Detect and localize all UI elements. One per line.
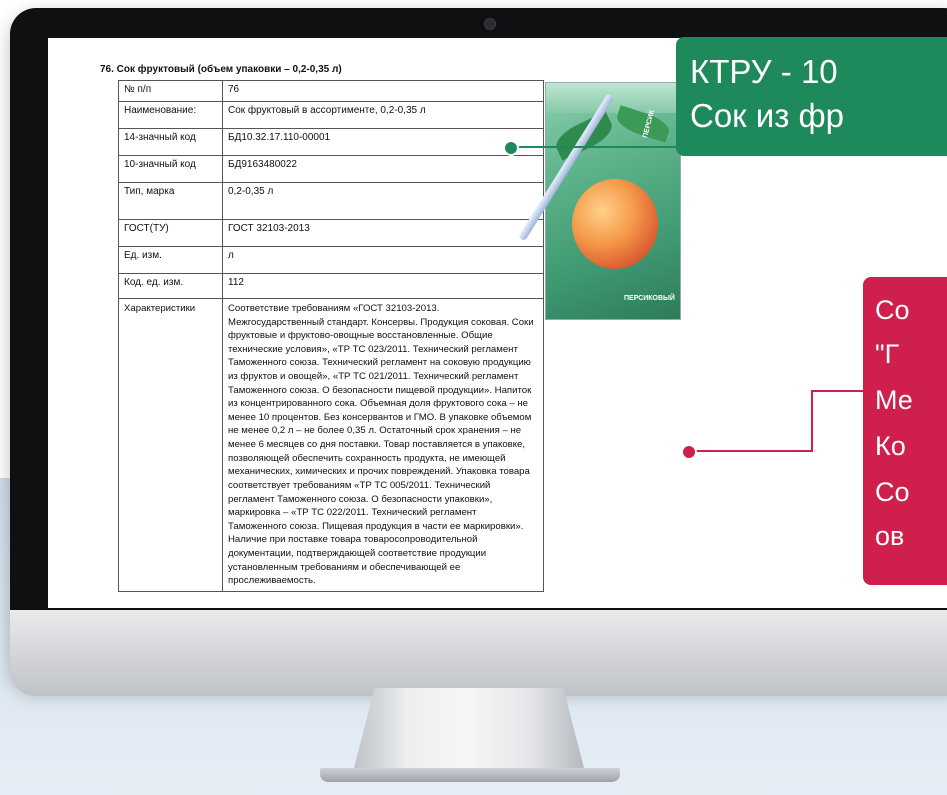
connector-line-red-vertical: [811, 390, 813, 452]
table-row: Код. ед. изм. 112: [118, 273, 544, 299]
camera-icon: [484, 18, 496, 30]
package-brand-label: ПЕРСИКОВЫЙ: [624, 295, 675, 302]
monitor-stand-base: [320, 768, 620, 782]
characteristics-callout: Со "Г Ме Ко Со ов: [863, 277, 947, 585]
table-row: Ед. изм. л: [118, 246, 544, 274]
callout-line: ов: [875, 521, 905, 551]
row-value: 76: [222, 80, 544, 102]
connector-line-green: [510, 146, 680, 148]
table-row: Характеристики Соответствие требованиям …: [118, 298, 544, 592]
callout-line: Ме: [875, 385, 913, 415]
row-value: 0,2-0,35 л: [222, 182, 544, 220]
table-row: 14-значный код БД10.32.17.110-00001: [118, 128, 544, 156]
row-key: Наименование:: [118, 101, 223, 129]
row-key: № п/п: [118, 80, 223, 102]
product-image: ПЕРСИК ПЕРСИКОВЫЙ: [517, 82, 681, 320]
callout-line: Ко: [875, 431, 906, 461]
row-key: Код. ед. изм.: [118, 273, 223, 299]
connector-line-red-top: [811, 390, 865, 392]
row-value: 112: [222, 273, 544, 299]
callout-line: "Г: [875, 339, 900, 369]
ktru-callout: КТРУ - 10 Сок из фр: [676, 37, 947, 156]
row-value: Сок фруктовый в ассортименте, 0,2-0,35 л: [222, 101, 544, 129]
row-value: л: [222, 246, 544, 274]
connector-line-red: [688, 450, 813, 452]
monitor-chin: [10, 610, 947, 696]
ktru-callout-line-2: Сок из фр: [690, 97, 845, 134]
table-row: 10-значный код БД9163480022: [118, 155, 544, 183]
connector-dot-icon: [681, 444, 697, 460]
row-key: Тип, марка: [118, 182, 223, 220]
connector-dot-icon: [503, 140, 519, 156]
document-title: 76. Сок фруктовый (объем упаковки – 0,2-…: [100, 64, 342, 75]
spec-table: № п/п 76 Наименование: Сок фруктовый в а…: [118, 80, 544, 592]
row-key: Характеристики: [118, 298, 223, 592]
peach-icon: [572, 179, 658, 269]
table-row: ГОСТ(ТУ) ГОСТ 32103-2013: [118, 219, 544, 247]
row-value: БД9163480022: [222, 155, 544, 183]
row-key: ГОСТ(ТУ): [118, 219, 223, 247]
table-row: № п/п 76: [118, 80, 544, 102]
row-key: 14-значный код: [118, 128, 223, 156]
row-key: 10-значный код: [118, 155, 223, 183]
row-value: ГОСТ 32103-2013: [222, 219, 544, 247]
characteristics-text: Соответствие требованиям «ГОСТ 32103-201…: [222, 298, 544, 592]
table-row: Тип, марка 0,2-0,35 л: [118, 182, 544, 220]
ktru-callout-line-1: КТРУ - 10: [690, 53, 838, 90]
callout-line: Со: [875, 477, 910, 507]
row-value: БД10.32.17.110-00001: [222, 128, 544, 156]
callout-line: Со: [875, 295, 910, 325]
table-row: Наименование: Сок фруктовый в ассортимен…: [118, 101, 544, 129]
row-key: Ед. изм.: [118, 246, 223, 274]
monitor-stand: [352, 688, 586, 774]
